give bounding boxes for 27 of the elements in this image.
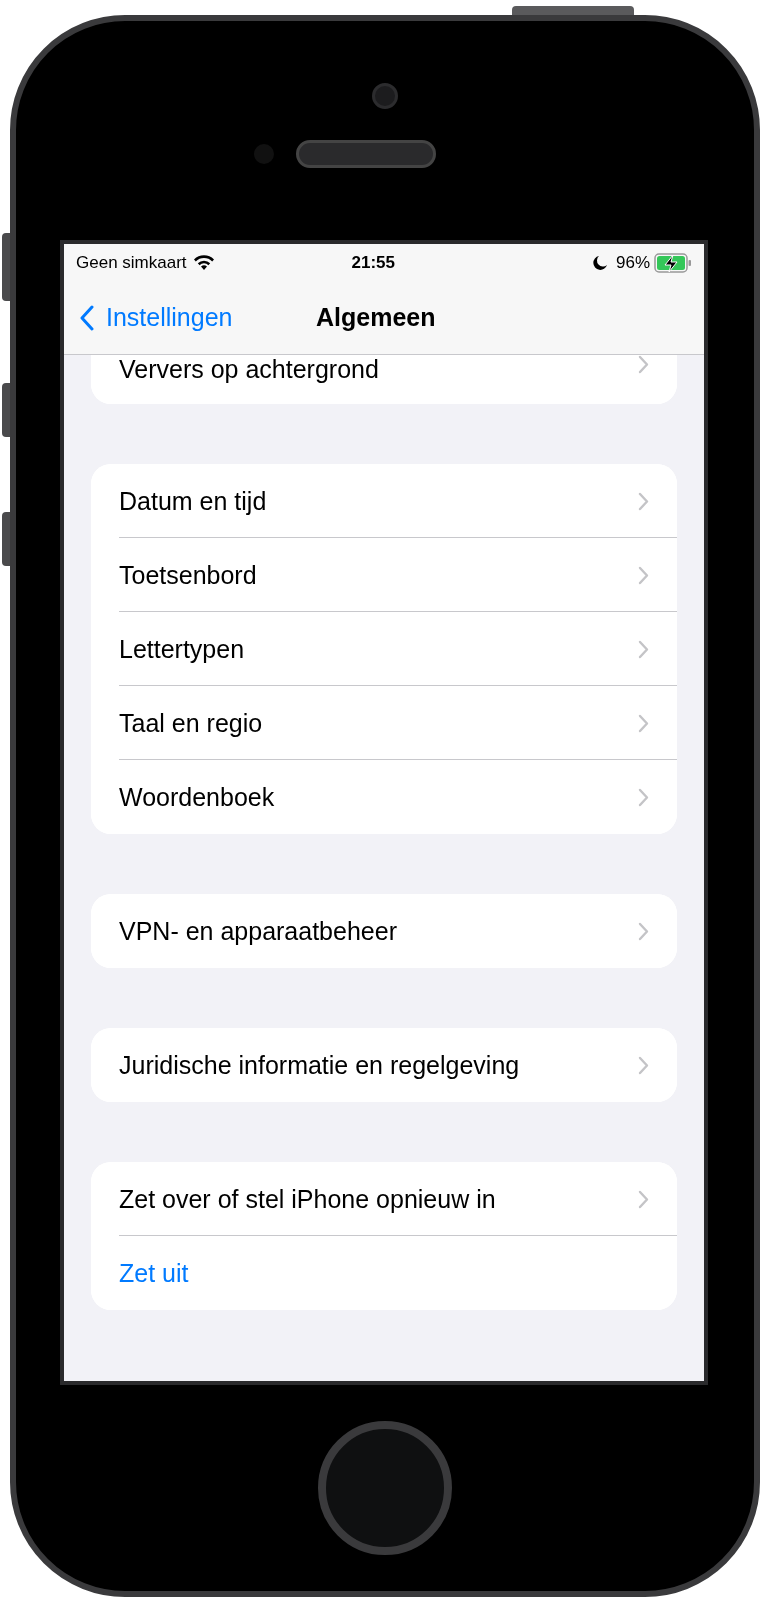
wifi-icon <box>192 254 215 271</box>
row-label: Juridische informatie en regelgeving <box>119 1051 521 1079</box>
row-label: Woordenboek <box>119 783 276 811</box>
row-label: Ververs op achtergrond <box>119 355 380 383</box>
chevron-icon <box>638 713 649 733</box>
page-title: Algemeen <box>316 301 436 333</box>
back-button[interactable]: Instellingen <box>64 298 233 337</box>
battery-percentage: 96% <box>615 251 650 274</box>
moon-icon <box>591 254 608 271</box>
back-chevron-icon <box>80 304 94 331</box>
chevron-icon <box>638 1055 649 1075</box>
camera-icon <box>372 83 398 109</box>
row-label: Zet uit <box>119 1259 190 1287</box>
row-label: Lettertypen <box>119 635 246 663</box>
chevron-icon <box>638 565 649 585</box>
chevron-icon <box>638 787 649 807</box>
carrier-label: Geen simkaart <box>76 251 187 274</box>
row-label: VPN- en apparaatbeheer <box>119 917 398 945</box>
row-label: Toetsenbord <box>119 561 258 589</box>
row-label: Taal en regio <box>119 709 264 737</box>
chevron-icon <box>638 921 649 941</box>
row-label: Zet over of stel iPhone opnieuw in <box>119 1185 497 1213</box>
time-label: 21:55 <box>351 251 395 274</box>
chevron-icon <box>638 1189 649 1209</box>
chevron-icon <box>638 491 649 511</box>
chevron-icon <box>638 639 649 659</box>
row-label: Datum en tijd <box>119 487 268 515</box>
